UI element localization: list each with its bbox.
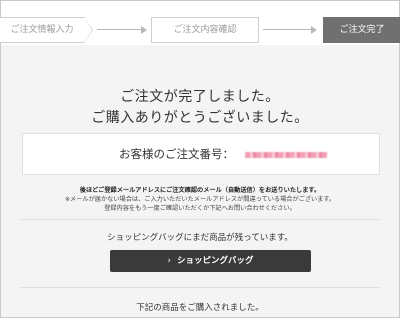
complete-heading-line2: ご購入ありがとうございました。: [91, 110, 309, 126]
step-order-confirm: ご注文内容確認: [151, 17, 259, 43]
order-number-redacted: [245, 152, 327, 158]
divider: [21, 287, 379, 288]
order-number-box: お客様のご注文番号：: [22, 133, 380, 175]
email-notice: 後ほどご登録メールアドレスにご注文確認のメール（自動送信）をお送りいたします。: [79, 187, 321, 194]
email-warning: ※メールが届かない場合は、ご入力いただいたメールアドレスが間違っている場合がござ…: [64, 196, 336, 203]
contact-notice: 登録内容をもう一度ご確認いただくか下記へお問い合わせください。: [104, 205, 296, 212]
complete-heading-line1: ご注文が完了しました。: [120, 89, 280, 105]
step-connector: [97, 29, 143, 30]
step-order-confirm-label: ご注文内容確認: [173, 25, 237, 35]
arrow-right-icon: [311, 26, 317, 34]
step-connector: [263, 29, 313, 30]
step-order-info-label: ご注文情報入力: [10, 25, 74, 35]
step-order-complete: ご注文完了: [323, 17, 400, 43]
bag-remaining-notice: ショッピングバッグにまだ商品が残っています。: [107, 233, 293, 243]
purchased-items-heading: 下記の商品をご購入されました。: [136, 303, 264, 313]
chevron-right-icon: ›: [167, 256, 171, 266]
step-order-complete-label: ご注文完了: [339, 25, 385, 35]
shopping-bag-button[interactable]: › ショッピングバッグ: [110, 250, 311, 272]
page-frame: ご注文情報入力 ご注文内容確認 ご注文完了 ご注文が完了しました。 ご購入ありが…: [0, 0, 400, 318]
shopping-bag-button-label: ショッピングバッグ: [176, 256, 254, 266]
arrow-right-icon: [141, 26, 147, 34]
step-order-info: ご注文情報入力: [0, 17, 93, 43]
order-number-label: お客様のご注文番号：: [119, 147, 234, 161]
divider: [21, 219, 379, 220]
step-arrow-tip-inner: [84, 17, 92, 43]
main-content: ご注文が完了しました。 ご購入ありがとうございました。 お客様のご注文番号： 後…: [1, 45, 399, 317]
checkout-steps: ご注文情報入力 ご注文内容確認 ご注文完了: [0, 1, 400, 45]
